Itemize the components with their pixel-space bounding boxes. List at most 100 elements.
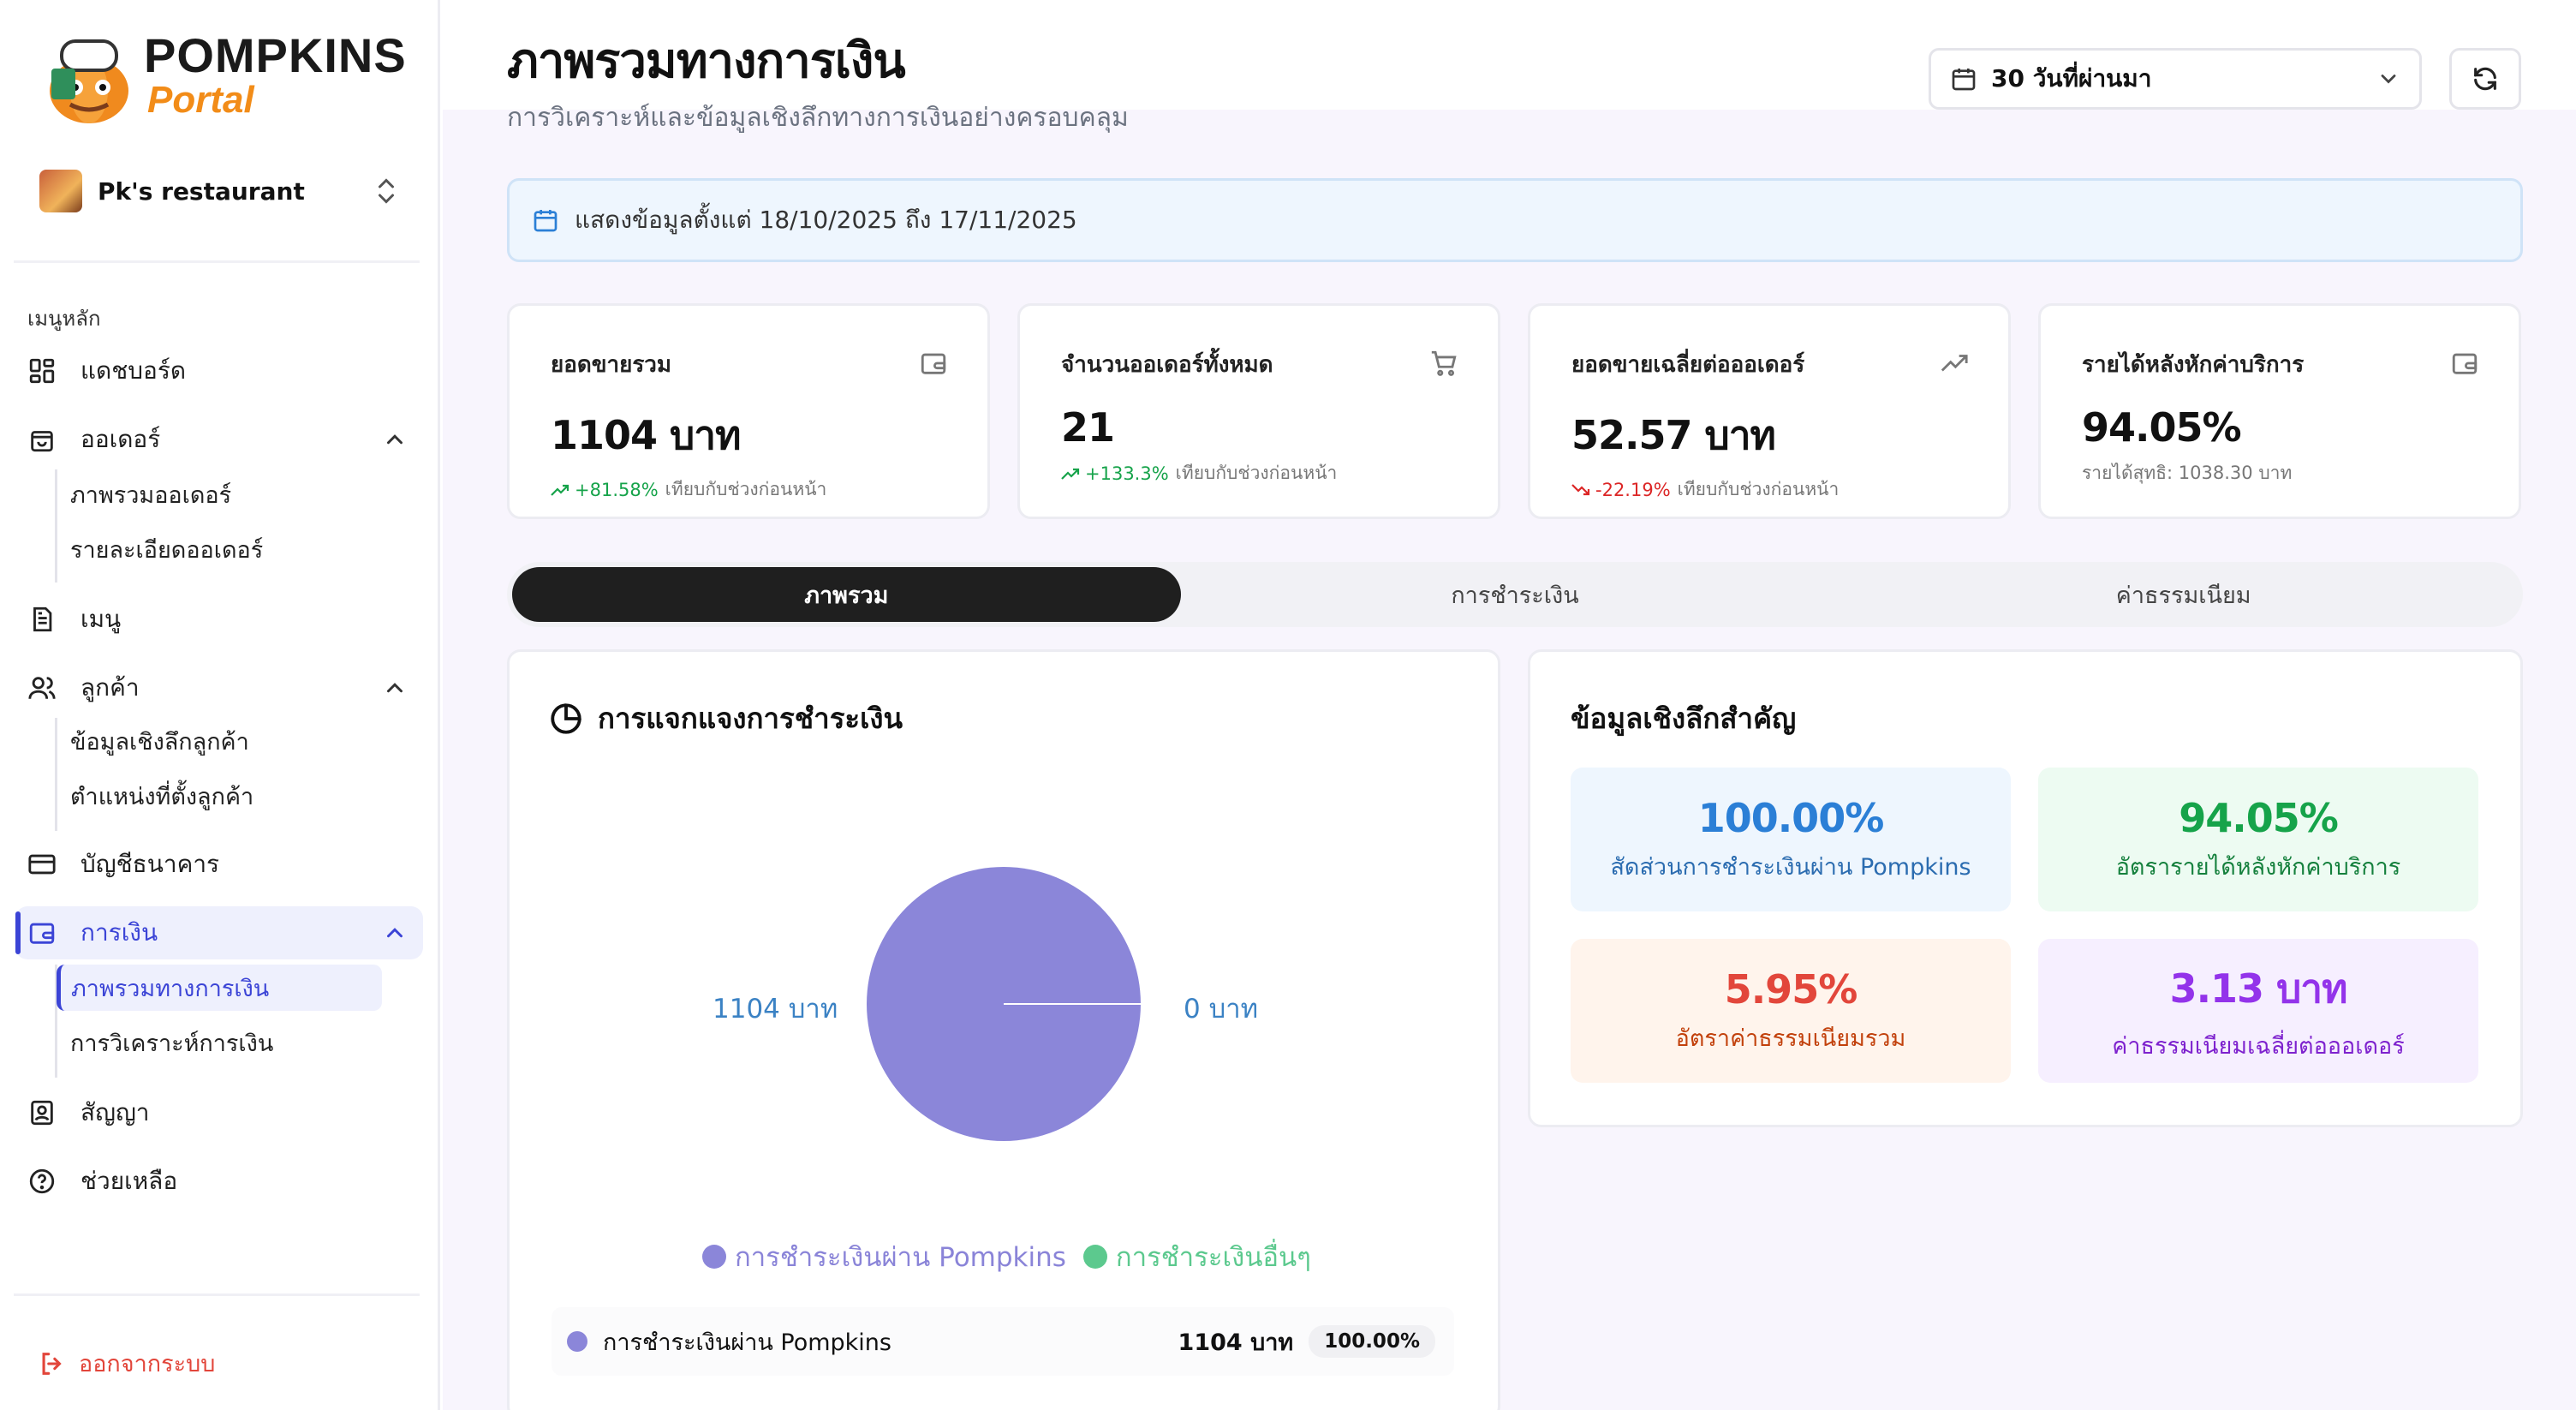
pie-legend: การชำระเงินผ่าน Pompkins การชำระเงินอื่น…: [702, 1235, 1328, 1278]
insight-value: 3.13 บาท: [2169, 965, 2348, 1012]
sidebar-item-menu[interactable]: เมนู: [15, 593, 423, 646]
payment-breakdown-row: การชำระเงินผ่าน Pompkins 1104 บาท 100.00…: [552, 1307, 1454, 1376]
legend-label: การชำระเงินผ่าน Pompkins: [735, 1242, 1066, 1273]
kpi-change: +81.58% เทียบกับช่วงก่อนหน้า: [551, 475, 946, 504]
kpi-value: 52.57 บาท: [1571, 412, 1776, 458]
chevron-up-icon: [387, 683, 402, 693]
sidebar-item-contract[interactable]: สัญญา: [15, 1086, 423, 1139]
page-title: ภาพรวมทางการเงิน: [507, 33, 906, 89]
brand-subname: Portal: [147, 79, 254, 121]
sidebar-subitem-customer-insights[interactable]: ข้อมูลเชิงลึกลูกค้า: [57, 718, 382, 764]
insight-pompkins-share: 100.00% สัดส่วนการชำระเงินผ่าน Pompkins: [1571, 768, 2011, 911]
sidebar-subitem-finance-overview[interactable]: ภาพรวมทางการเงิน: [57, 965, 382, 1011]
sidebar-item-orders[interactable]: ออเดอร์: [15, 413, 423, 466]
refresh-button[interactable]: [2449, 48, 2521, 110]
kpi-title: รายได้หลังหักค่าบริการ: [2082, 352, 2305, 378]
kpi-change-note: เทียบกับช่วงก่อนหน้า: [1175, 463, 1338, 483]
legend-swatch: [1082, 1245, 1107, 1269]
sidebar-item-label: ช่วยเหลือ: [80, 1167, 178, 1195]
sidebar-subitem-order-details[interactable]: รายละเอียดออเดอร์: [57, 526, 382, 572]
sidebar-item-label: แดชบอร์ด: [80, 356, 187, 385]
legend-item-pompkins[interactable]: การชำระเงินผ่าน Pompkins: [702, 1235, 1066, 1278]
sidebar-item-label: ออเดอร์: [80, 425, 161, 453]
trending-up-icon: [1941, 355, 1968, 372]
logout-button[interactable]: ออกจากระบบ: [38, 1345, 215, 1382]
trend-up-icon: [551, 484, 569, 496]
tab-overview[interactable]: ภาพรวม: [512, 567, 1181, 622]
calendar-icon: [1952, 69, 1976, 91]
chevron-down-icon: [2381, 75, 2396, 84]
sidebar-item-finance[interactable]: การเงิน: [15, 906, 423, 959]
insight-avg-fee: 3.13 บาท ค่าธรรมเนียมเฉลี่ยต่อออเดอร์: [2038, 939, 2478, 1083]
restaurant-avatar: [39, 170, 82, 212]
period-select[interactable]: 30 วันที่ผ่านมา: [1929, 48, 2422, 110]
wallet-icon: [921, 353, 946, 374]
contract-icon: [31, 1100, 53, 1126]
row-amount: 1104 บาท: [1178, 1329, 1294, 1356]
tab-fees[interactable]: ค่าธรรมเนียม: [1849, 567, 2518, 622]
insight-fee-rate: 5.95% อัตราค่าธรรมเนียมรวม: [1571, 939, 2011, 1083]
pie-chart-icon: [551, 702, 581, 734]
kpi-value: 94.05%: [2082, 404, 2242, 451]
insight-value: 94.05%: [2179, 794, 2339, 841]
chevrons-up-down-icon: [379, 178, 394, 204]
pie-label-other: 0 บาท: [1184, 994, 1259, 1025]
chevron-up-icon: [387, 928, 402, 938]
brand-logo[interactable]: POMPKINS Portal: [45, 26, 407, 125]
sidebar-item-label: สัญญา: [80, 1098, 150, 1126]
sidebar-subitem-orders-overview[interactable]: ภาพรวมออเดอร์: [57, 471, 382, 517]
tab-payments[interactable]: การชำระเงิน: [1181, 567, 1850, 622]
kpi-value: 1104 บาท: [551, 412, 741, 458]
sidebar-divider: [14, 260, 420, 263]
dashboard-grid-icon: [29, 358, 55, 384]
sidebar-subitem-finance-analysis[interactable]: การวิเคราะห์การเงิน: [57, 1019, 382, 1066]
sidebar-item-bank-account[interactable]: บัญชีธนาคาร: [15, 838, 423, 891]
sidebar-item-label: บัญชีธนาคาร: [80, 850, 220, 878]
calendar-icon: [534, 210, 558, 232]
users-icon: [28, 677, 56, 699]
pumpkin-logo-icon: [45, 26, 134, 125]
sidebar: POMPKINS Portal Pk's restaurant เมนูหลัก…: [0, 0, 440, 1410]
kpi-value: 21: [1061, 404, 1115, 451]
shopping-bag-icon: [31, 431, 53, 452]
sidebar-item-label: การเงิน: [80, 918, 158, 947]
restaurant-switcher[interactable]: Pk's restaurant: [22, 159, 416, 223]
trend-down-icon: [1571, 483, 1590, 495]
wallet-icon: [2452, 353, 2478, 374]
kpi-change-percent: +81.58%: [575, 479, 659, 500]
kpi-note: รายได้สุทธิ: 1038.30 บาท: [2082, 463, 2293, 483]
insight-label: อัตราค่าธรรมเนียมรวม: [1675, 1025, 1906, 1052]
kpi-change-note: เทียบกับช่วงก่อนหน้า: [1677, 479, 1840, 499]
sidebar-section-label: เมนูหลัก: [27, 307, 101, 331]
chevron-up-icon: [387, 434, 402, 445]
row-swatch: [567, 1331, 587, 1352]
brand-name: POMPKINS: [144, 28, 407, 82]
kpi-card-net-revenue: รายได้หลังหักค่าบริการ 94.05% รายได้สุทธ…: [2038, 303, 2521, 519]
help-circle-icon: [29, 1168, 55, 1194]
legend-swatch: [702, 1245, 726, 1269]
kpi-card-total-sales: ยอดขายรวม 1104 บาท +81.58% เทียบกับช่วงก…: [507, 303, 990, 519]
document-icon: [33, 606, 52, 632]
sidebar-subitem-customer-locations[interactable]: ตำแหน่งที่ตั้งลูกค้า: [57, 773, 382, 819]
legend-item-other[interactable]: การชำระเงินอื่นๆ: [1082, 1235, 1311, 1278]
logout-label: ออกจากระบบ: [79, 1351, 216, 1377]
insight-value: 5.95%: [1724, 965, 1858, 1013]
sidebar-item-dashboard[interactable]: แดชบอร์ด: [15, 344, 423, 397]
row-label: การชำระเงินผ่าน Pompkins: [603, 1329, 891, 1356]
sidebar-item-help[interactable]: ช่วยเหลือ: [15, 1155, 423, 1208]
kpi-card-average-order: ยอดขายเฉลี่ยต่อออเดอร์ 52.57 บาท -22.19%…: [1528, 303, 2011, 519]
refresh-icon: [2474, 67, 2496, 91]
insight-label: สัดส่วนการชำระเงินผ่าน Pompkins: [1610, 853, 1971, 881]
sidebar-item-customers[interactable]: ลูกค้า: [15, 661, 423, 714]
trend-up-icon: [1061, 468, 1080, 480]
insight-net-revenue-rate: 94.05% อัตรารายได้หลังหักค่าบริการ: [2038, 768, 2478, 911]
kpi-title: จำนวนออเดอร์ทั้งหมด: [1061, 352, 1273, 378]
row-percent-badge: 100.00%: [1309, 1325, 1435, 1358]
payment-distribution-title: การแจกแจงการชำระเงิน: [548, 696, 903, 741]
payment-pie-chart: [867, 867, 1141, 1141]
kpi-change: -22.19% เทียบกับช่วงก่อนหน้า: [1571, 475, 1967, 504]
logout-icon: [42, 1352, 62, 1375]
restaurant-name: Pk's restaurant: [98, 176, 305, 206]
kpi-title: ยอดขายรวม: [551, 352, 672, 378]
sidebar-item-label: ลูกค้า: [80, 673, 140, 702]
